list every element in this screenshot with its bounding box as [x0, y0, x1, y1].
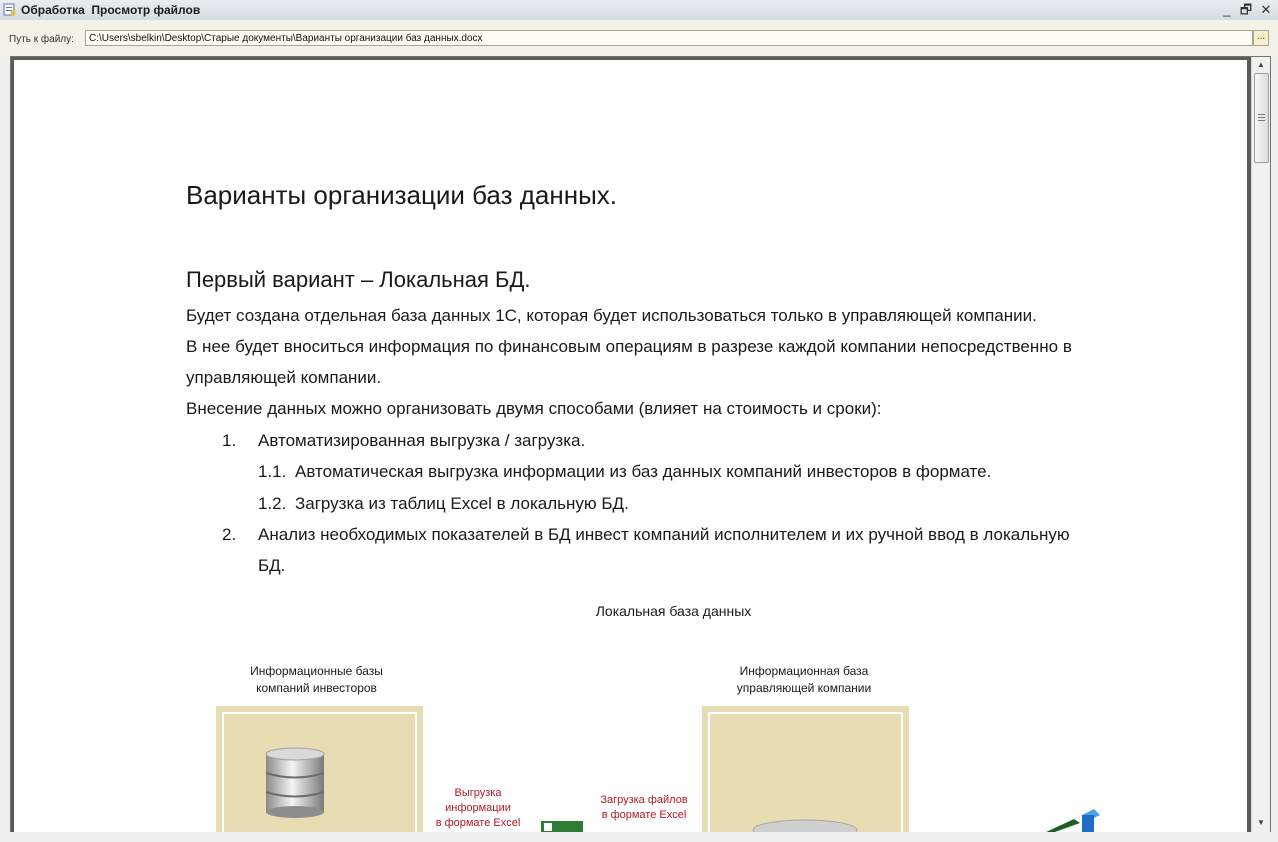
paragraph: В нее будет вноситься информация по фина… [186, 337, 1072, 356]
list-number: 1.1. [258, 462, 287, 481]
file-path-input[interactable]: C:\Users\sbelkin\Desktop\Старые документ… [85, 30, 1253, 46]
scroll-up-icon[interactable]: ▲ [1252, 57, 1270, 73]
list-number: 1. [222, 431, 237, 450]
database-icon [265, 747, 325, 818]
investor-databases-panel [216, 706, 423, 833]
browse-button[interactable]: ... [1253, 30, 1269, 46]
database-icon [752, 819, 858, 833]
list-number: 2. [222, 525, 237, 544]
status-bar [0, 832, 1278, 842]
paragraph: управляющей компании. [186, 368, 382, 387]
minimize-button[interactable]: _ [1219, 2, 1235, 18]
paragraph: Будет создана отдельная база данных 1С, … [186, 306, 1037, 325]
vertical-scrollbar[interactable]: ▲ ▼ [1251, 57, 1270, 833]
restore-button[interactable]: 🗗 [1238, 2, 1254, 18]
document-page: Варианты организации баз данных. Первый … [14, 60, 1247, 833]
import-arrow-label: Загрузка файлов в формате Excel [600, 794, 688, 821]
path-label: Путь к файлу: [9, 34, 74, 45]
path-row: Путь к файлу: C:\Users\sbelkin\Desktop\С… [0, 20, 1278, 56]
right-panel-label: Информационная база управляющей компании [736, 664, 872, 695]
scroll-down-icon[interactable]: ▼ [1252, 815, 1270, 831]
app-icon [3, 3, 16, 16]
list-item: Загрузка из таблиц Excel в локальную БД. [295, 494, 629, 513]
close-button[interactable]: ✕ [1258, 2, 1274, 18]
export-arrow-label: Выгрузка информации в формате Excel [435, 787, 521, 829]
scrollbar-thumb[interactable] [1254, 73, 1269, 163]
cube-icon [1044, 809, 1100, 833]
list-item-continuation: БД. [258, 556, 286, 575]
management-database-panel [702, 706, 909, 833]
list-item: Анализ необходимых показателей в БД инве… [258, 525, 1070, 544]
left-panel-label: Информационные базы компаний инвесторов [250, 664, 383, 695]
document-viewer[interactable]: Варианты организации баз данных. Первый … [10, 56, 1271, 834]
list-item: Автоматическая выгрузка информации из ба… [295, 462, 992, 481]
list-item: Автоматизированная выгрузка / загрузка. [258, 431, 586, 450]
diagram-caption: Локальная база данных [595, 603, 752, 619]
window-title: Обработка Просмотр файлов [21, 3, 201, 17]
window-titlebar: Обработка Просмотр файлов _ 🗗 ✕ [0, 0, 1278, 21]
document-title: Варианты организации баз данных. [186, 180, 618, 210]
list-number: 1.2. [258, 494, 287, 513]
paragraph: Внесение данных можно организовать двумя… [186, 399, 882, 418]
section-heading: Первый вариант – Локальная БД. [186, 267, 531, 292]
